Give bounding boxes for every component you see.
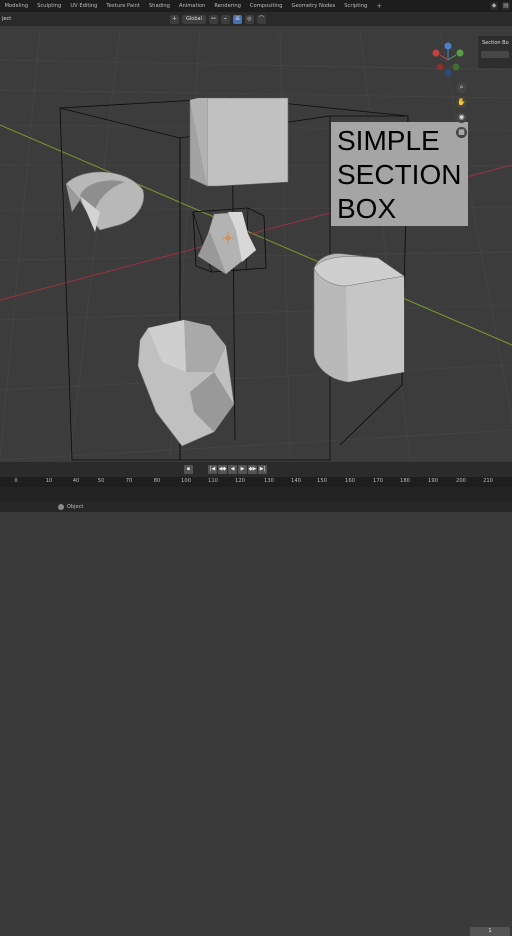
next-keyframe-icon[interactable]: ◆▶: [248, 465, 257, 474]
sidebar-panel[interactable]: Section Bo: [478, 36, 512, 68]
pan-hand-icon[interactable]: ✋: [456, 97, 467, 108]
tab-animation[interactable]: Animation: [174, 0, 209, 12]
tab-scripting[interactable]: Scripting: [340, 0, 372, 12]
timeline-tick: 120: [235, 478, 245, 484]
jump-end-icon[interactable]: ▶|: [258, 465, 267, 474]
mouse-select-icon: [58, 504, 64, 510]
timeline-tick: 190: [428, 478, 438, 484]
play-reverse-icon[interactable]: ◀: [228, 465, 237, 474]
tab-rendering[interactable]: Rendering: [210, 0, 246, 12]
status-label: Object: [67, 504, 84, 510]
timeline-tick: 100: [181, 478, 191, 484]
timeline-track-area[interactable]: [0, 487, 512, 502]
snap-toggle[interactable]: ⌁: [220, 14, 230, 24]
cylinder-object[interactable]: [313, 253, 405, 383]
timeline-tick: 140: [291, 478, 301, 484]
timeline-tick: 10: [45, 478, 53, 484]
scene-icon[interactable]: ◆: [490, 2, 498, 10]
timeline-tick: 110: [208, 478, 218, 484]
timeline-ruler[interactable]: 0 10 40 50 70 80 100 110 120 130 140 150…: [0, 477, 512, 487]
transform-orientation-dropdown[interactable]: Global: [182, 14, 206, 24]
tab-geometry-nodes[interactable]: Geometry Nodes: [287, 0, 340, 12]
timeline-tick: 80: [153, 478, 161, 484]
pivot-icon[interactable]: ⚯: [208, 14, 218, 24]
tab-compositing[interactable]: Compositing: [245, 0, 287, 12]
prev-keyframe-icon[interactable]: ◀◆: [218, 465, 227, 474]
view-layer-icon[interactable]: ▤: [502, 2, 510, 10]
timeline-tick: 70: [125, 478, 133, 484]
zoom-icon[interactable]: ⌕: [456, 82, 467, 93]
floor-grid: [0, 29, 512, 461]
torus-object[interactable]: [65, 171, 145, 232]
sidebar-field[interactable]: [481, 51, 509, 58]
viewport-navigation-tools: ⌕ ✋ ◉ ▦: [456, 82, 468, 138]
timeline-tick: 170: [373, 478, 383, 484]
proportional-falloff-icon[interactable]: ⌒: [256, 14, 266, 24]
current-frame-field[interactable]: 1: [470, 927, 510, 936]
timeline-tick: 160: [345, 478, 355, 484]
keyframe-record-icon[interactable]: ▪: [184, 465, 193, 474]
timeline-tick: 40: [72, 478, 80, 484]
rock-object[interactable]: [137, 319, 235, 447]
timeline-tick: 130: [264, 478, 274, 484]
timeline-tick: 200: [456, 478, 466, 484]
navigation-gizmo[interactable]: [432, 42, 464, 77]
status-bar: Object: [0, 502, 512, 512]
cube-object[interactable]: [189, 97, 289, 187]
orientation-icon: ✛: [170, 14, 179, 24]
caption-line-1: SIMPLE: [337, 125, 440, 156]
tab-shading[interactable]: Shading: [144, 0, 174, 12]
tab-uv-editing[interactable]: UV Editing: [66, 0, 102, 12]
timeline-tick: 210: [483, 478, 493, 484]
snap-target-icon[interactable]: ⊞: [232, 14, 242, 24]
timeline-tick: 50: [97, 478, 105, 484]
timeline-tick: 180: [400, 478, 410, 484]
workspace-tab-bar: Modeling Sculpting UV Editing Texture Pa…: [0, 0, 512, 12]
timeline-tick: 0: [14, 478, 18, 484]
jump-start-icon[interactable]: |◀: [208, 465, 217, 474]
camera-view-icon[interactable]: ◉: [456, 112, 467, 123]
tab-texture-paint[interactable]: Texture Paint: [102, 0, 144, 12]
perspective-grid-icon[interactable]: ▦: [456, 127, 467, 138]
section-box-caption: SIMPLE SECTION BOX: [331, 122, 468, 226]
tab-sculpting[interactable]: Sculpting: [33, 0, 66, 12]
viewport-header: ject ✛ Global ⚯ ⌁ ⊞ ◎ ⌒: [0, 12, 512, 27]
scene-canvas[interactable]: [0, 26, 512, 462]
caption-line-2: SECTION: [337, 159, 462, 190]
mode-menu[interactable]: ject: [0, 16, 152, 22]
proportional-edit-icon[interactable]: ◎: [244, 14, 254, 24]
3d-viewport[interactable]: SIMPLE SECTION BOX Section Bo ⌕ ✋ ◉ ▦: [0, 26, 512, 462]
tab-modeling[interactable]: Modeling: [0, 0, 33, 12]
timeline-tick: 150: [317, 478, 327, 484]
caption-line-3: BOX: [337, 193, 397, 224]
add-workspace-button[interactable]: +: [372, 0, 387, 12]
sidebar-panel-title[interactable]: Section Bo: [478, 36, 512, 46]
play-icon[interactable]: ▶: [238, 465, 247, 474]
timeline-header: ▪ |◀ ◀◆ ◀ ▶ ◆▶ ▶| 1: [0, 462, 512, 936]
